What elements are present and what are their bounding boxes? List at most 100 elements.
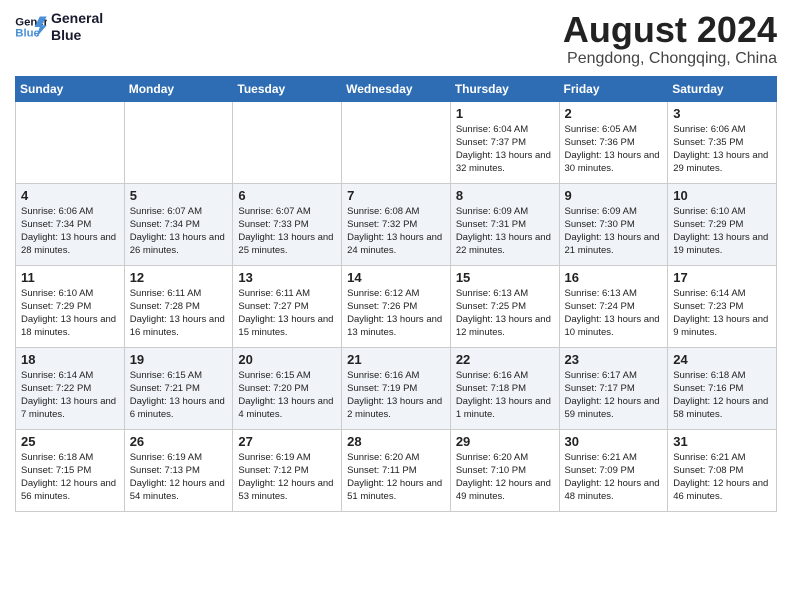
day-info: Sunrise: 6:09 AM Sunset: 7:30 PM Dayligh… (565, 205, 663, 258)
day-info: Sunrise: 6:18 AM Sunset: 7:15 PM Dayligh… (21, 451, 119, 504)
day-info: Sunrise: 6:04 AM Sunset: 7:37 PM Dayligh… (456, 123, 554, 176)
day-info: Sunrise: 6:09 AM Sunset: 7:31 PM Dayligh… (456, 205, 554, 258)
calendar-day-cell: 6 Sunrise: 6:07 AM Sunset: 7:33 PM Daylig… (233, 183, 342, 265)
day-number: 8 (456, 188, 554, 203)
day-number: 24 (673, 352, 771, 367)
day-number: 31 (673, 434, 771, 449)
day-info: Sunrise: 6:16 AM Sunset: 7:18 PM Dayligh… (456, 369, 554, 422)
day-number: 25 (21, 434, 119, 449)
calendar-table: Sunday Monday Tuesday Wednesday Thursday… (15, 76, 777, 512)
calendar-day-cell: 12Sunrise: 6:11 AM Sunset: 7:28 PM Dayli… (124, 265, 233, 347)
month-title: August 2024 (563, 10, 777, 50)
calendar-day-cell: 9 Sunrise: 6:09 AM Sunset: 7:30 PM Daylig… (559, 183, 668, 265)
col-monday: Monday (124, 76, 233, 101)
calendar-day-cell: 19Sunrise: 6:15 AM Sunset: 7:21 PM Dayli… (124, 347, 233, 429)
day-number: 12 (130, 270, 228, 285)
logo: General Blue General Blue (15, 10, 103, 44)
calendar-day-cell: 24 Sunrise: 6:18 AM Sunset: 7:16 PM Dayli… (668, 347, 777, 429)
calendar-day-cell: 7 Sunrise: 6:08 AM Sunset: 7:32 PM Daylig… (342, 183, 451, 265)
day-info: Sunrise: 6:19 AM Sunset: 7:12 PM Dayligh… (238, 451, 336, 504)
calendar-day-cell: 11Sunrise: 6:10 AM Sunset: 7:29 PM Dayli… (16, 265, 125, 347)
day-number: 29 (456, 434, 554, 449)
page-header: General Blue General Blue August 2024 Pe… (15, 10, 777, 68)
day-number: 28 (347, 434, 445, 449)
calendar-day-cell: 31 Sunrise: 6:21 AM Sunset: 7:08 PM Dayli… (668, 429, 777, 511)
calendar-day-cell (124, 101, 233, 183)
day-info: Sunrise: 6:05 AM Sunset: 7:36 PM Dayligh… (565, 123, 663, 176)
day-info: Sunrise: 6:11 AM Sunset: 7:27 PM Dayligh… (238, 287, 336, 340)
day-info: Sunrise: 6:21 AM Sunset: 7:08 PM Dayligh… (673, 451, 771, 504)
day-number: 3 (673, 106, 771, 121)
day-info: Sunrise: 6:21 AM Sunset: 7:09 PM Dayligh… (565, 451, 663, 504)
calendar-day-cell: 17 Sunrise: 6:14 AM Sunset: 7:23 PM Dayli… (668, 265, 777, 347)
calendar-day-cell: 1 Sunrise: 6:04 AM Sunset: 7:37 PM Daylig… (450, 101, 559, 183)
day-number: 5 (130, 188, 228, 203)
calendar-day-cell: 29Sunrise: 6:20 AM Sunset: 7:10 PM Dayli… (450, 429, 559, 511)
logo-icon: General Blue (15, 13, 47, 41)
calendar-day-cell: 3 Sunrise: 6:06 AM Sunset: 7:35 PM Daylig… (668, 101, 777, 183)
calendar-day-cell: 20 Sunrise: 6:15 AM Sunset: 7:20 PM Dayli… (233, 347, 342, 429)
calendar-body: 1 Sunrise: 6:04 AM Sunset: 7:37 PM Daylig… (16, 101, 777, 511)
calendar-header: Sunday Monday Tuesday Wednesday Thursday… (16, 76, 777, 101)
day-number: 22 (456, 352, 554, 367)
calendar-day-cell: 5 Sunrise: 6:07 AM Sunset: 7:34 PM Daylig… (124, 183, 233, 265)
day-number: 18 (21, 352, 119, 367)
day-number: 30 (565, 434, 663, 449)
day-number: 17 (673, 270, 771, 285)
day-number: 4 (21, 188, 119, 203)
col-friday: Friday (559, 76, 668, 101)
calendar-day-cell: 4 Sunrise: 6:06 AM Sunset: 7:34 PM Daylig… (16, 183, 125, 265)
day-info: Sunrise: 6:10 AM Sunset: 7:29 PM Dayligh… (21, 287, 119, 340)
calendar-day-cell: 27Sunrise: 6:19 AM Sunset: 7:12 PM Dayli… (233, 429, 342, 511)
day-number: 13 (238, 270, 336, 285)
day-info: Sunrise: 6:15 AM Sunset: 7:20 PM Dayligh… (238, 369, 336, 422)
day-info: Sunrise: 6:17 AM Sunset: 7:17 PM Dayligh… (565, 369, 663, 422)
calendar-day-cell: 22 Sunrise: 6:16 AM Sunset: 7:18 PM Dayli… (450, 347, 559, 429)
calendar-day-cell: 21Sunrise: 6:16 AM Sunset: 7:19 PM Dayli… (342, 347, 451, 429)
day-number: 10 (673, 188, 771, 203)
col-saturday: Saturday (668, 76, 777, 101)
day-info: Sunrise: 6:16 AM Sunset: 7:19 PM Dayligh… (347, 369, 445, 422)
day-info: Sunrise: 6:06 AM Sunset: 7:35 PM Dayligh… (673, 123, 771, 176)
day-info: Sunrise: 6:13 AM Sunset: 7:24 PM Dayligh… (565, 287, 663, 340)
day-info: Sunrise: 6:14 AM Sunset: 7:23 PM Dayligh… (673, 287, 771, 340)
calendar-day-cell: 10 Sunrise: 6:10 AM Sunset: 7:29 PM Dayli… (668, 183, 777, 265)
day-number: 9 (565, 188, 663, 203)
col-wednesday: Wednesday (342, 76, 451, 101)
calendar-day-cell: 28 Sunrise: 6:20 AM Sunset: 7:11 PM Dayli… (342, 429, 451, 511)
day-number: 7 (347, 188, 445, 203)
day-info: Sunrise: 6:13 AM Sunset: 7:25 PM Dayligh… (456, 287, 554, 340)
col-thursday: Thursday (450, 76, 559, 101)
day-number: 1 (456, 106, 554, 121)
calendar-day-cell: 16 Sunrise: 6:13 AM Sunset: 7:24 PM Dayli… (559, 265, 668, 347)
day-info: Sunrise: 6:19 AM Sunset: 7:13 PM Dayligh… (130, 451, 228, 504)
calendar-week-row: 4 Sunrise: 6:06 AM Sunset: 7:34 PM Daylig… (16, 183, 777, 265)
day-info: Sunrise: 6:10 AM Sunset: 7:29 PM Dayligh… (673, 205, 771, 258)
calendar-week-row: 25 Sunrise: 6:18 AM Sunset: 7:15 PM Dayli… (16, 429, 777, 511)
calendar-day-cell: 23 Sunrise: 6:17 AM Sunset: 7:17 PM Dayli… (559, 347, 668, 429)
day-number: 26 (130, 434, 228, 449)
day-number: 2 (565, 106, 663, 121)
calendar-day-cell (233, 101, 342, 183)
day-number: 6 (238, 188, 336, 203)
day-number: 16 (565, 270, 663, 285)
day-info: Sunrise: 6:20 AM Sunset: 7:11 PM Dayligh… (347, 451, 445, 504)
calendar-day-cell: 18 Sunrise: 6:14 AM Sunset: 7:22 PM Dayli… (16, 347, 125, 429)
day-info: Sunrise: 6:14 AM Sunset: 7:22 PM Dayligh… (21, 369, 119, 422)
day-info: Sunrise: 6:08 AM Sunset: 7:32 PM Dayligh… (347, 205, 445, 258)
day-number: 19 (130, 352, 228, 367)
day-info: Sunrise: 6:07 AM Sunset: 7:33 PM Dayligh… (238, 205, 336, 258)
calendar-day-cell: 26 Sunrise: 6:19 AM Sunset: 7:13 PM Dayli… (124, 429, 233, 511)
day-info: Sunrise: 6:06 AM Sunset: 7:34 PM Dayligh… (21, 205, 119, 258)
day-info: Sunrise: 6:18 AM Sunset: 7:16 PM Dayligh… (673, 369, 771, 422)
day-number: 20 (238, 352, 336, 367)
logo-text-blue: Blue (51, 27, 103, 44)
day-info: Sunrise: 6:07 AM Sunset: 7:34 PM Dayligh… (130, 205, 228, 258)
weekday-header-row: Sunday Monday Tuesday Wednesday Thursday… (16, 76, 777, 101)
calendar-day-cell: 8 Sunrise: 6:09 AM Sunset: 7:31 PM Daylig… (450, 183, 559, 265)
day-number: 23 (565, 352, 663, 367)
day-number: 15 (456, 270, 554, 285)
calendar-week-row: 1 Sunrise: 6:04 AM Sunset: 7:37 PM Daylig… (16, 101, 777, 183)
calendar-week-row: 11Sunrise: 6:10 AM Sunset: 7:29 PM Dayli… (16, 265, 777, 347)
title-block: August 2024 Pengdong, Chongqing, China (563, 10, 777, 68)
